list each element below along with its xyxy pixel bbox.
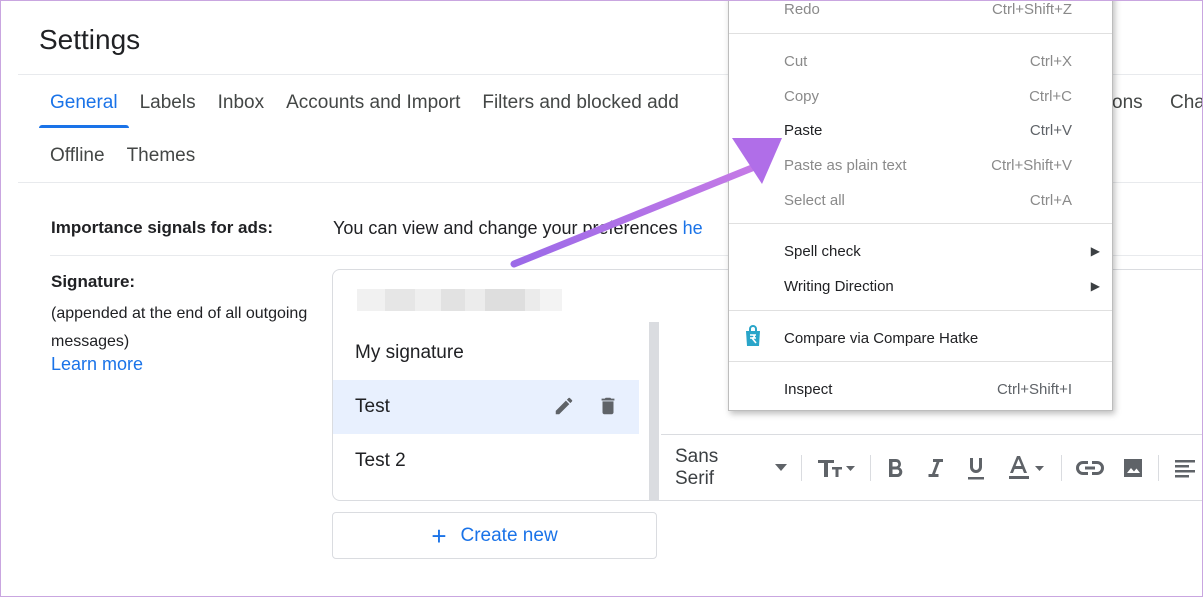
menu-item-spell-check[interactable]: Spell check ▶ (729, 234, 1112, 268)
insert-image-icon[interactable] (1122, 457, 1144, 479)
menu-item-compare-hatke[interactable]: Compare via Compare Hatke (729, 321, 1112, 355)
signature-item-test[interactable]: Test (333, 380, 639, 434)
settings-tabs: General Labels Inbox Accounts and Import… (39, 78, 690, 128)
importance-label: Importance signals for ads: (51, 218, 273, 237)
submenu-arrow-icon: ▶ (1090, 244, 1100, 258)
menu-item-shortcut: Ctrl+V (1029, 121, 1072, 139)
signature-item-label: Test (355, 396, 390, 417)
menu-item-label: Copy (784, 87, 820, 105)
delete-trash-icon[interactable] (597, 395, 619, 423)
toolbar-separator (801, 454, 803, 481)
tab-labels[interactable]: Labels (129, 78, 207, 128)
learn-more-link[interactable]: Learn more (51, 354, 143, 375)
menu-item-label: Compare via Compare Hatke (784, 329, 979, 347)
tab-addons[interactable]: ons (1112, 78, 1143, 128)
tab-filters-and-blocked-addresses[interactable]: Filters and blocked add (471, 78, 689, 128)
menu-item-label: Inspect (784, 380, 833, 398)
menu-item-label: Paste (784, 121, 823, 139)
menu-item-shortcut: Ctrl+Shift+Z (991, 0, 1072, 18)
signature-item-label: My signature (355, 342, 464, 363)
font-family-select[interactable]: Sans Serif (675, 446, 757, 490)
plus-icon: + (431, 520, 447, 551)
importance-link[interactable]: he (683, 218, 703, 238)
context-menu: Redo Ctrl+Shift+Z Cut Ctrl+X Copy Ctrl+C… (728, 0, 1113, 411)
bold-icon[interactable] (885, 457, 905, 479)
page-title: Settings (39, 24, 141, 55)
menu-item-label: Redo (784, 0, 820, 18)
menu-item-label: Select all (784, 191, 845, 209)
menu-separator (729, 310, 1112, 311)
menu-item-label: Spell check (784, 242, 861, 260)
menu-item-label: Cut (784, 52, 808, 70)
align-icon[interactable] (1173, 458, 1197, 478)
create-new-button[interactable]: + Create new (332, 512, 657, 559)
signature-label: Signature: (51, 272, 136, 291)
formatting-toolbar: Sans Serif (661, 434, 1203, 500)
tab-themes[interactable]: Themes (116, 136, 207, 176)
submenu-arrow-icon: ▶ (1090, 279, 1100, 293)
blurred-email (357, 284, 562, 316)
menu-item-copy[interactable]: Copy Ctrl+C (729, 79, 1112, 113)
toolbar-separator (870, 454, 872, 481)
menu-item-select-all[interactable]: Select all Ctrl+A (729, 183, 1112, 217)
signature-item-test-2[interactable]: Test 2 (333, 434, 639, 488)
signature-item-label: Test 2 (355, 450, 406, 471)
tab-general[interactable]: General (39, 78, 129, 128)
menu-item-shortcut: Ctrl+A (1029, 191, 1072, 209)
italic-icon[interactable] (925, 457, 945, 479)
menu-separator (729, 361, 1112, 362)
tab-chat[interactable]: Cha (1170, 78, 1203, 128)
toolbar-separator (1061, 454, 1063, 481)
menu-separator (729, 33, 1112, 34)
importance-description: You can view and change your preferences (333, 218, 683, 238)
create-new-label: Create new (460, 524, 558, 546)
signature-list-scrollbar[interactable] (649, 322, 659, 500)
menu-item-paste[interactable]: Paste Ctrl+V (729, 113, 1112, 147)
menu-item-label: Writing Direction (784, 277, 894, 295)
tab-accounts-and-import[interactable]: Accounts and Import (275, 78, 471, 128)
dropdown-caret-icon[interactable] (775, 463, 788, 472)
menu-item-paste-plain-text[interactable]: Paste as plain text Ctrl+Shift+V (729, 148, 1112, 182)
menu-item-shortcut: Ctrl+C (1029, 87, 1072, 105)
underline-icon[interactable] (965, 456, 987, 480)
tab-offline[interactable]: Offline (39, 136, 116, 176)
menu-item-redo[interactable]: Redo Ctrl+Shift+Z (729, 0, 1112, 26)
menu-item-shortcut: Ctrl+Shift+I (996, 380, 1072, 398)
settings-tabs-row2: Offline Themes (39, 136, 206, 176)
menu-item-cut[interactable]: Cut Ctrl+X (729, 44, 1112, 78)
menu-item-inspect[interactable]: Inspect Ctrl+Shift+I (729, 372, 1112, 406)
menu-item-label: Paste as plain text (784, 156, 907, 174)
insert-link-icon[interactable] (1076, 460, 1105, 476)
menu-separator (729, 223, 1112, 224)
menu-item-shortcut: Ctrl+X (1029, 52, 1072, 70)
signature-description: (appended at the end of all outgoing mes… (51, 305, 308, 350)
signature-list: My signature Test Test 2 (332, 269, 664, 501)
menu-item-writing-direction[interactable]: Writing Direction ▶ (729, 269, 1112, 303)
compare-hatke-bag-icon (743, 325, 763, 351)
text-size-icon[interactable] (816, 456, 856, 480)
text-color-icon[interactable] (1007, 455, 1047, 481)
menu-item-shortcut: Ctrl+Shift+V (991, 156, 1072, 174)
tab-inbox[interactable]: Inbox (207, 78, 275, 128)
toolbar-separator (1158, 454, 1159, 481)
importance-text: You can view and change your preferences… (333, 218, 703, 239)
edit-pencil-icon[interactable] (553, 395, 575, 423)
signature-item-my-signature[interactable]: My signature (333, 326, 639, 380)
